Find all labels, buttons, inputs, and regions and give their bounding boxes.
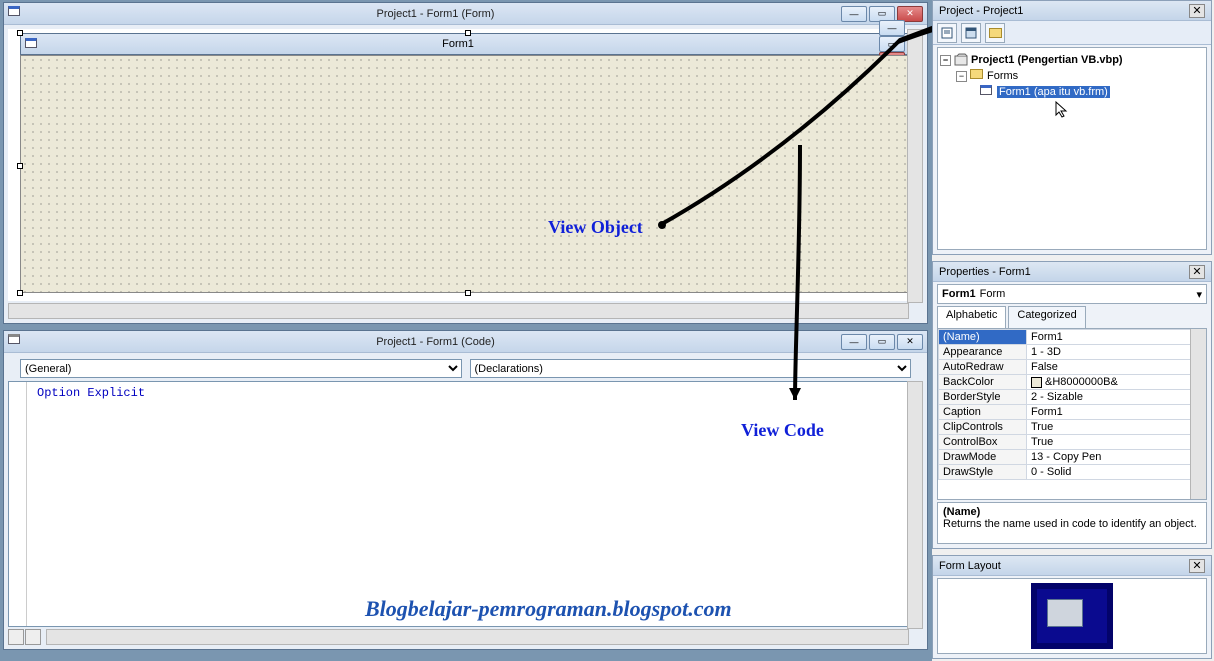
cursor-icon xyxy=(1054,100,1070,120)
tree-folder-node[interactable]: − Forms xyxy=(940,68,1204,84)
view-object-button[interactable] xyxy=(961,23,981,43)
code-line: Option Explicit xyxy=(37,386,145,400)
tab-alphabetic[interactable]: Alphabetic xyxy=(937,306,1006,328)
maximize-button[interactable]: ▭ xyxy=(879,36,905,52)
project-panel-title: Project - Project1 xyxy=(939,5,1189,17)
property-row[interactable]: ClipControlsTrue xyxy=(939,420,1206,435)
form-designer-titlebar[interactable]: Project1 - Form1 (Form) — ▭ ✕ xyxy=(4,3,927,25)
close-button[interactable]: ✕ xyxy=(1189,265,1205,279)
form-designer-window: Project1 - Form1 (Form) — ▭ ✕ Form1 — ▭ … xyxy=(3,2,928,324)
form-icon xyxy=(25,38,37,51)
annotation-view-object: View Object xyxy=(548,217,643,238)
close-button[interactable]: ✕ xyxy=(1189,4,1205,18)
object-combobox[interactable]: (General) xyxy=(20,359,462,378)
procedure-combobox[interactable]: (Declarations) xyxy=(470,359,912,378)
close-button[interactable]: ✕ xyxy=(1189,559,1205,573)
view-code-button[interactable] xyxy=(937,23,957,43)
form-icon xyxy=(980,85,994,99)
property-row[interactable]: AutoRedrawFalse xyxy=(939,360,1206,375)
chevron-down-icon: ▾ xyxy=(1196,288,1202,301)
code-window-titlebar[interactable]: Project1 - Form1 (Code) — ▭ ✕ xyxy=(4,331,927,353)
property-row[interactable]: BackColor&H8000000B& xyxy=(939,375,1206,390)
code-window-title: Project1 - Form1 (Code) xyxy=(30,336,841,348)
expander-icon[interactable]: − xyxy=(956,71,967,82)
property-row[interactable]: Appearance1 - 3D xyxy=(939,345,1206,360)
close-button[interactable]: ✕ xyxy=(897,334,923,350)
procedure-view-button[interactable] xyxy=(8,629,24,645)
scrollbar-horizontal[interactable] xyxy=(46,629,909,645)
resize-handle[interactable] xyxy=(17,30,23,36)
annotation-view-code: View Code xyxy=(741,420,824,441)
form-layout-title: Form Layout xyxy=(939,560,1189,572)
watermark-text: Blogbelajar-pemrograman.blogspot.com xyxy=(365,596,732,622)
scrollbar-horizontal[interactable] xyxy=(8,303,909,319)
minimize-button[interactable]: — xyxy=(841,334,867,350)
property-row[interactable]: DrawStyle0 - Solid xyxy=(939,465,1206,480)
code-editor[interactable]: Option Explicit xyxy=(8,381,923,627)
project-explorer-panel: Project - Project1 ✕ − Project1 (Pengert… xyxy=(932,0,1212,255)
object-selector[interactable]: Form1 Form ▾ xyxy=(937,284,1207,304)
resize-handle[interactable] xyxy=(17,163,23,169)
form-preview[interactable]: Form1 — ▭ ✕ xyxy=(20,33,910,293)
code-icon xyxy=(8,334,24,350)
property-row[interactable]: CaptionForm1 xyxy=(939,405,1206,420)
tab-categorized[interactable]: Categorized xyxy=(1008,306,1085,328)
property-row[interactable]: (Name)Form1 xyxy=(939,330,1206,345)
full-module-view-button[interactable] xyxy=(25,629,41,645)
scrollbar-vertical[interactable] xyxy=(907,29,923,303)
resize-handle[interactable] xyxy=(465,290,471,296)
tree-project-node[interactable]: − Project1 (Pengertian VB.vbp) xyxy=(940,52,1204,68)
project-icon xyxy=(954,53,968,67)
form-preview-title: Form1 xyxy=(37,38,879,50)
maximize-button[interactable]: ▭ xyxy=(869,334,895,350)
monitor-preview[interactable] xyxy=(1031,583,1113,649)
mdi-client-area: Project1 - Form1 (Form) — ▭ ✕ Form1 — ▭ … xyxy=(0,0,932,661)
property-row[interactable]: BorderStyle2 - Sizable xyxy=(939,390,1206,405)
form-icon xyxy=(8,6,24,22)
folder-icon xyxy=(970,69,984,83)
toggle-folders-button[interactable] xyxy=(985,23,1005,43)
form-layout-body[interactable] xyxy=(937,578,1207,654)
minimize-button[interactable]: — xyxy=(879,20,905,36)
expander-icon[interactable]: − xyxy=(940,55,951,66)
properties-panel-title: Properties - Form1 xyxy=(939,266,1189,278)
property-row[interactable]: DrawMode13 - Copy Pen xyxy=(939,450,1206,465)
project-toolbar xyxy=(933,21,1211,45)
form-designer-title: Project1 - Form1 (Form) xyxy=(30,8,841,20)
resize-handle[interactable] xyxy=(17,290,23,296)
property-row[interactable]: ControlBoxTrue xyxy=(939,435,1206,450)
scrollbar-vertical[interactable] xyxy=(1190,329,1206,499)
form-layout-panel: Form Layout ✕ xyxy=(932,555,1212,659)
scrollbar-vertical[interactable] xyxy=(907,381,923,629)
form-dotgrid[interactable] xyxy=(20,55,910,293)
properties-grid[interactable]: (Name)Form1Appearance1 - 3DAutoRedrawFal… xyxy=(937,328,1207,500)
tree-form-node[interactable]: Form1 (apa itu vb.frm) xyxy=(940,84,1204,100)
resize-handle[interactable] xyxy=(465,30,471,36)
properties-panel: Properties - Form1 ✕ Form1 Form ▾ Alphab… xyxy=(932,261,1212,549)
property-description: (Name) Returns the name used in code to … xyxy=(937,502,1207,544)
project-tree[interactable]: − Project1 (Pengertian VB.vbp) − Forms F… xyxy=(937,47,1207,250)
minimize-button[interactable]: — xyxy=(841,6,867,22)
designer-surface[interactable]: Form1 — ▭ ✕ xyxy=(8,29,923,301)
code-gutter xyxy=(9,382,27,626)
